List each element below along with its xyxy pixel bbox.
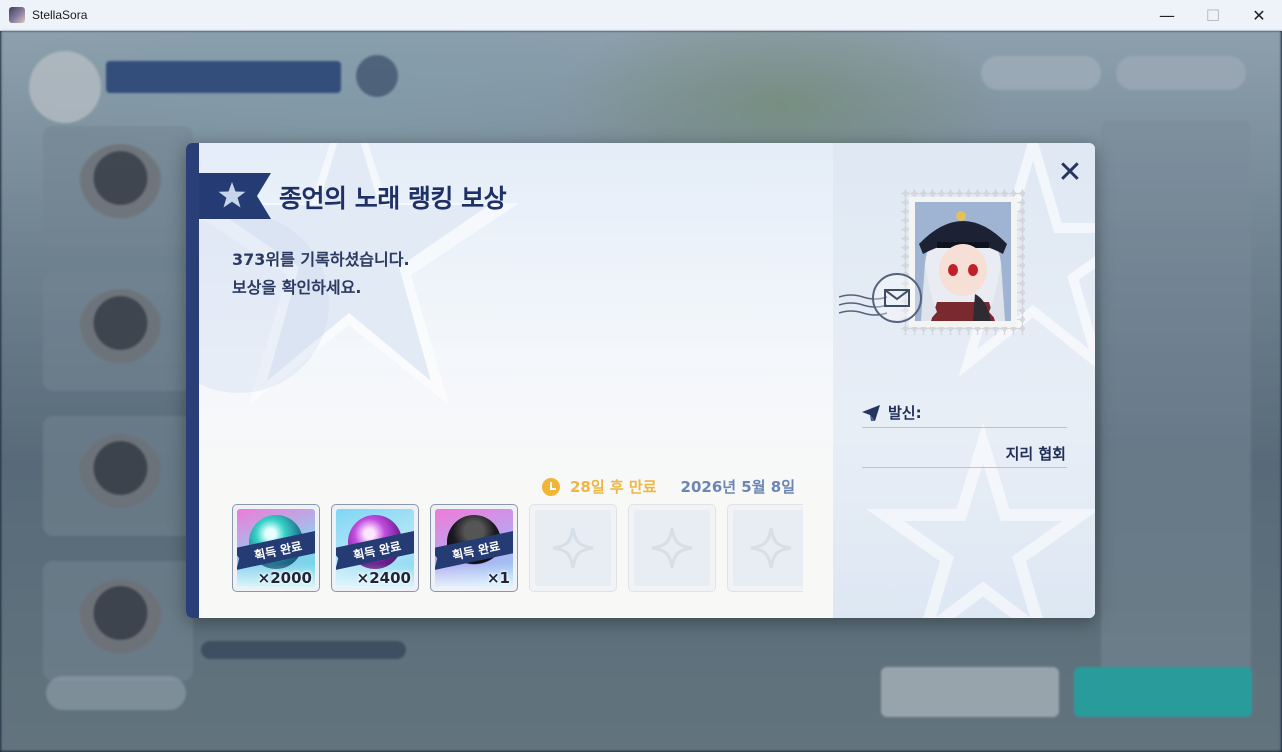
- divider: [862, 427, 1067, 428]
- dialog-title: 종언의 노래 랭킹 보상: [279, 184, 507, 213]
- expiry-info: 28일 후 만료 2026년 5월 8일: [542, 476, 795, 497]
- reward-count: ×2000: [257, 569, 312, 587]
- dialog-message: 373위를 기록하셨습니다. 보상을 확인하세요.: [232, 246, 410, 302]
- window-title: StellaSora: [32, 8, 88, 22]
- sender-portrait: [915, 202, 1011, 321]
- sparkle-placeholder-icon: [750, 527, 792, 569]
- dialog-accent-bar: [186, 143, 199, 618]
- sender-label-row: 발신:: [862, 402, 922, 423]
- empty-reward-slot: [727, 504, 803, 592]
- expire-remaining: 28일 후 만료: [570, 478, 657, 496]
- paper-plane-icon: [862, 404, 880, 421]
- reward-item-3[interactable]: 획득 완료 ×1: [430, 504, 518, 592]
- sparkle-placeholder-icon: [651, 527, 693, 569]
- window-controls: — ☐ ✕: [1144, 0, 1282, 31]
- sparkle-placeholder-icon: [552, 527, 594, 569]
- sender-name: 지리 협회: [1005, 445, 1066, 463]
- window-titlebar: StellaSora — ☐ ✕: [0, 0, 1282, 31]
- maximize-button[interactable]: ☐: [1190, 0, 1236, 31]
- expire-date: 2026년 5월 8일: [680, 478, 795, 496]
- sender-label: 발신:: [888, 404, 922, 422]
- message-line-rank: 373위를 기록하셨습니다.: [232, 250, 410, 269]
- window-close-button[interactable]: ✕: [1236, 0, 1282, 31]
- star-ribbon-icon: [199, 173, 271, 219]
- divider: [862, 467, 1067, 468]
- empty-reward-slot: [628, 504, 716, 592]
- reward-count: ×2400: [356, 569, 411, 587]
- dialog-close-button[interactable]: ✕: [1053, 155, 1087, 190]
- message-line-check: 보상을 확인하세요.: [232, 278, 362, 297]
- empty-reward-slot: [529, 504, 617, 592]
- postmark-envelope-icon: [872, 273, 922, 323]
- reward-count: ×1: [486, 569, 510, 587]
- reward-list: 획득 완료 ×2000 획득 완료 ×2400 획득 완료 ×1: [232, 504, 803, 592]
- reward-mail-dialog: 종언의 노래 랭킹 보상 373위를 기록하셨습니다. 보상을 확인하세요. 2…: [186, 143, 1095, 618]
- reward-item-1[interactable]: 획득 완료 ×2000: [232, 504, 320, 592]
- clock-icon: [542, 477, 560, 496]
- reward-item-2[interactable]: 획득 완료 ×2400: [331, 504, 419, 592]
- sender-panel: ✕ 발신: 지리 협회: [833, 143, 1095, 618]
- app-icon: [9, 7, 25, 23]
- minimize-button[interactable]: —: [1144, 0, 1190, 31]
